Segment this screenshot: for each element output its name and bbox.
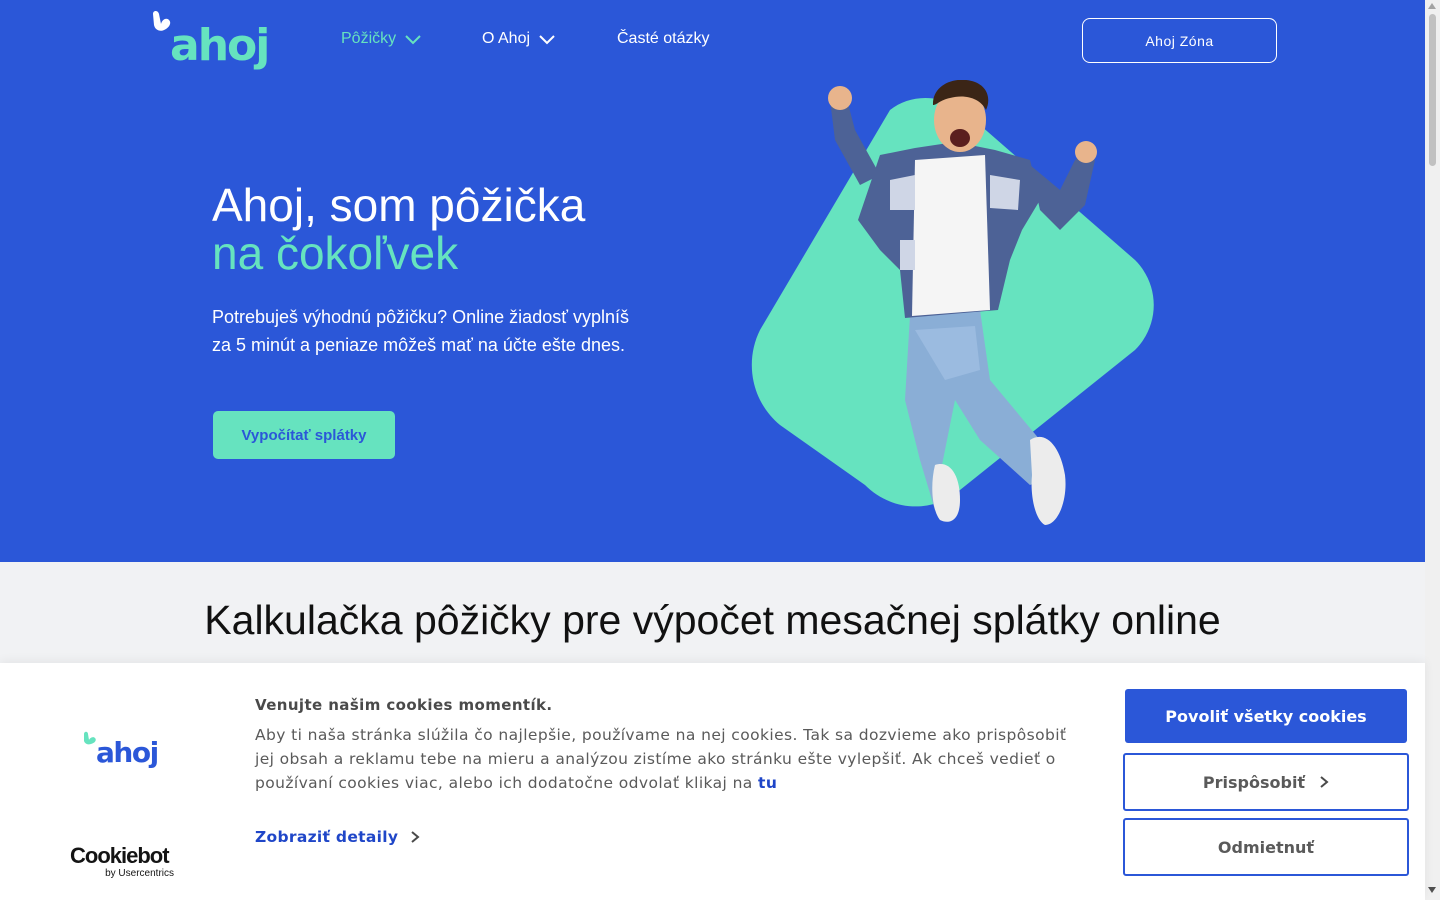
customize-label: Prispôsobiť (1202, 772, 1306, 792)
cookie-policy-link[interactable]: tu (758, 774, 777, 792)
calculate-installments-button[interactable]: Vypočítať splátky (213, 411, 395, 459)
calculator-section: Kalkulačka pôžičky pre výpočet mesačnej … (0, 562, 1425, 663)
scroll-up-arrow-icon[interactable] (1428, 3, 1436, 9)
deny-cookies-button[interactable]: Odmietnuť (1123, 818, 1409, 876)
cookie-text: Aby ti naša stránka slúžila čo najlepšie… (255, 723, 1085, 795)
cookie-text-body: Aby ti naša stránka slúžila čo najlepšie… (255, 726, 1067, 792)
calculator-title: Kalkulačka pôžičky pre výpočet mesačnej … (204, 597, 1221, 643)
scroll-down-arrow-icon[interactable] (1428, 887, 1436, 893)
chevron-right-icon (1320, 776, 1329, 788)
hero-jumping-man-image (751, 80, 1154, 525)
hero-title: Ahoj, som pôžička na čokoľvek (212, 181, 585, 277)
nav-caste-otazky[interactable]: Časté otázky (617, 29, 709, 49)
chevron-right-icon (411, 831, 420, 843)
cookie-logo-text: ahoj (96, 736, 159, 769)
ahoj-zona-button[interactable]: Ahoj Zóna (1082, 18, 1277, 63)
nav-pozicky-label: Pôžičky (341, 30, 397, 47)
cookiebot-logo[interactable]: Cookiebot by Usercentrics (70, 843, 174, 880)
cookiebot-name: Cookiebot (70, 843, 170, 868)
nav-pozicky[interactable]: Pôžičky (341, 29, 422, 49)
cookiebot-subtitle: by Usercentrics (105, 868, 174, 879)
scrollbar-thumb[interactable] (1429, 14, 1436, 166)
registered-mark-icon: ® (258, 60, 264, 69)
show-details-link[interactable]: Zobraziť detaily (255, 828, 420, 846)
page-scrollbar[interactable] (1425, 0, 1440, 900)
chevron-down-icon (539, 35, 555, 45)
show-details-label: Zobraziť detaily (255, 828, 399, 846)
hero-description: Potrebuješ výhodnú pôžičku? Online žiado… (212, 307, 629, 355)
nav-o-ahoj[interactable]: O Ahoj (482, 29, 556, 49)
cookie-banner: ahoj Cookiebot by Usercentrics Venujte n… (0, 663, 1425, 900)
cookie-banner-logo: ahoj (82, 730, 164, 774)
hero-section: ahoj ® Pôžičky O Ahoj Časté otázky Ahoj … (0, 0, 1425, 562)
nav-caste-otazky-label: Časté otázky (617, 30, 710, 47)
hero-title-line1: Ahoj, som pôžička (212, 179, 586, 231)
nav-o-ahoj-label: O Ahoj (482, 30, 531, 47)
chevron-down-icon (405, 35, 421, 45)
ahoj-logo[interactable]: ahoj ® (150, 8, 270, 74)
logo-text: ahoj (170, 20, 270, 71)
cookie-heading: Venujte našim cookies momentík. (255, 696, 553, 714)
allow-all-cookies-button[interactable]: Povoliť všetky cookies (1125, 689, 1407, 743)
hero-title-line2: na čokoľvek (212, 227, 459, 279)
customize-cookies-button[interactable]: Prispôsobiť (1123, 753, 1409, 811)
